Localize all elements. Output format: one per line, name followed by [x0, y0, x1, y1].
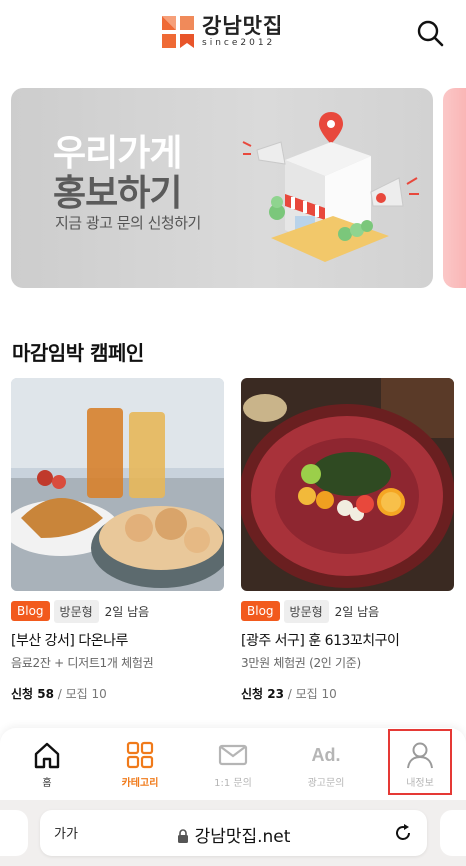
banner-subtitle: 지금 광고 문의 신청하기: [55, 214, 201, 232]
ad-icon: Ad.: [311, 745, 341, 765]
section-title: 마감임박 캠페인: [12, 341, 144, 365]
search-icon: [417, 20, 444, 47]
highlight-box: [388, 729, 452, 795]
brand-since: since2012: [202, 38, 276, 48]
next-banner-peek[interactable]: [443, 88, 466, 288]
blog-badge: Blog: [241, 601, 280, 621]
nav-inquiry[interactable]: 1:1 문의: [193, 728, 273, 800]
logo-mark-icon: [162, 16, 194, 48]
campaign-card[interactable]: Blog 방문형 2일 남음 [부산 강서] 다온나루 음료2잔 + 디저트1개…: [11, 378, 224, 702]
brand-logo[interactable]: 강남맛집 since2012: [160, 14, 283, 50]
recruit-count: / 모집 10: [53, 687, 107, 701]
nav-ad-inquiry[interactable]: Ad. 광고문의: [286, 728, 366, 800]
days-left: 2일 남음: [104, 604, 150, 619]
visit-type-badge: 방문형: [53, 599, 99, 623]
campaign-description: 3만원 체험권 (2인 기준): [241, 656, 361, 670]
next-tab-stub[interactable]: [440, 810, 466, 856]
mail-icon: [218, 744, 248, 766]
applied-count: 신청 23: [241, 687, 284, 701]
reload-icon[interactable]: [392, 822, 414, 844]
banner-title-line2: 홍보하기: [53, 173, 182, 214]
grid-icon: [126, 741, 154, 769]
app-header: 강남맛집 since2012: [0, 0, 466, 64]
blog-badge: Blog: [11, 601, 50, 621]
url-text: 강남맛집.net: [194, 827, 291, 847]
campaign-stats: 신청 23 / 모집 10: [241, 685, 454, 702]
nav-home[interactable]: 홈: [7, 728, 87, 800]
store-megaphone-illustration: [242, 112, 419, 262]
campaign-tags: Blog 방문형 2일 남음: [241, 599, 454, 623]
address-bar[interactable]: 가가 강남맛집.net: [40, 810, 427, 856]
browser-toolbar: 가가 강남맛집.net: [0, 800, 466, 866]
applied-count: 신청 58: [11, 687, 54, 701]
campaign-image-dessert[interactable]: [11, 378, 224, 591]
campaign-title[interactable]: [광주 서구] 훈 613꼬치구이: [241, 630, 454, 650]
previous-tab-stub[interactable]: [0, 810, 28, 856]
beef-platter-photo: [241, 378, 454, 591]
nav-category[interactable]: 카테고리: [100, 728, 180, 800]
campaign-description: 음료2잔 + 디저트1개 체험권: [11, 656, 154, 670]
search-button[interactable]: [414, 17, 446, 49]
campaign-title[interactable]: [부산 강서] 다온나루: [11, 630, 224, 650]
campaign-image-beef[interactable]: [241, 378, 454, 591]
nav-inquiry-label: 1:1 문의: [214, 778, 252, 789]
recruit-count: / 모집 10: [283, 687, 337, 701]
nav-ad-label: 광고문의: [307, 778, 345, 789]
dessert-photo: [11, 378, 224, 591]
campaign-card[interactable]: Blog 방문형 2일 남음 [광주 서구] 훈 613꼬치구이 3만원 체험권…: [241, 378, 454, 702]
brand-name: 강남맛집: [202, 14, 284, 38]
campaign-tags: Blog 방문형 2일 남음: [11, 599, 224, 623]
banner-title-line1: 우리가게: [53, 133, 182, 174]
banner-title: 우리가게 홍보하기: [53, 133, 182, 214]
visit-type-badge: 방문형: [283, 599, 329, 623]
days-left: 2일 남음: [334, 604, 380, 619]
url-display[interactable]: 강남맛집.net: [40, 822, 427, 847]
nav-home-label: 홈: [42, 778, 52, 789]
lock-icon: [177, 829, 188, 843]
nav-category-label: 카테고리: [121, 778, 159, 789]
promo-banner[interactable]: 우리가게 홍보하기 지금 광고 문의 신청하기: [11, 88, 433, 288]
home-icon: [34, 742, 60, 769]
campaign-stats: 신청 58 / 모집 10: [11, 685, 224, 702]
